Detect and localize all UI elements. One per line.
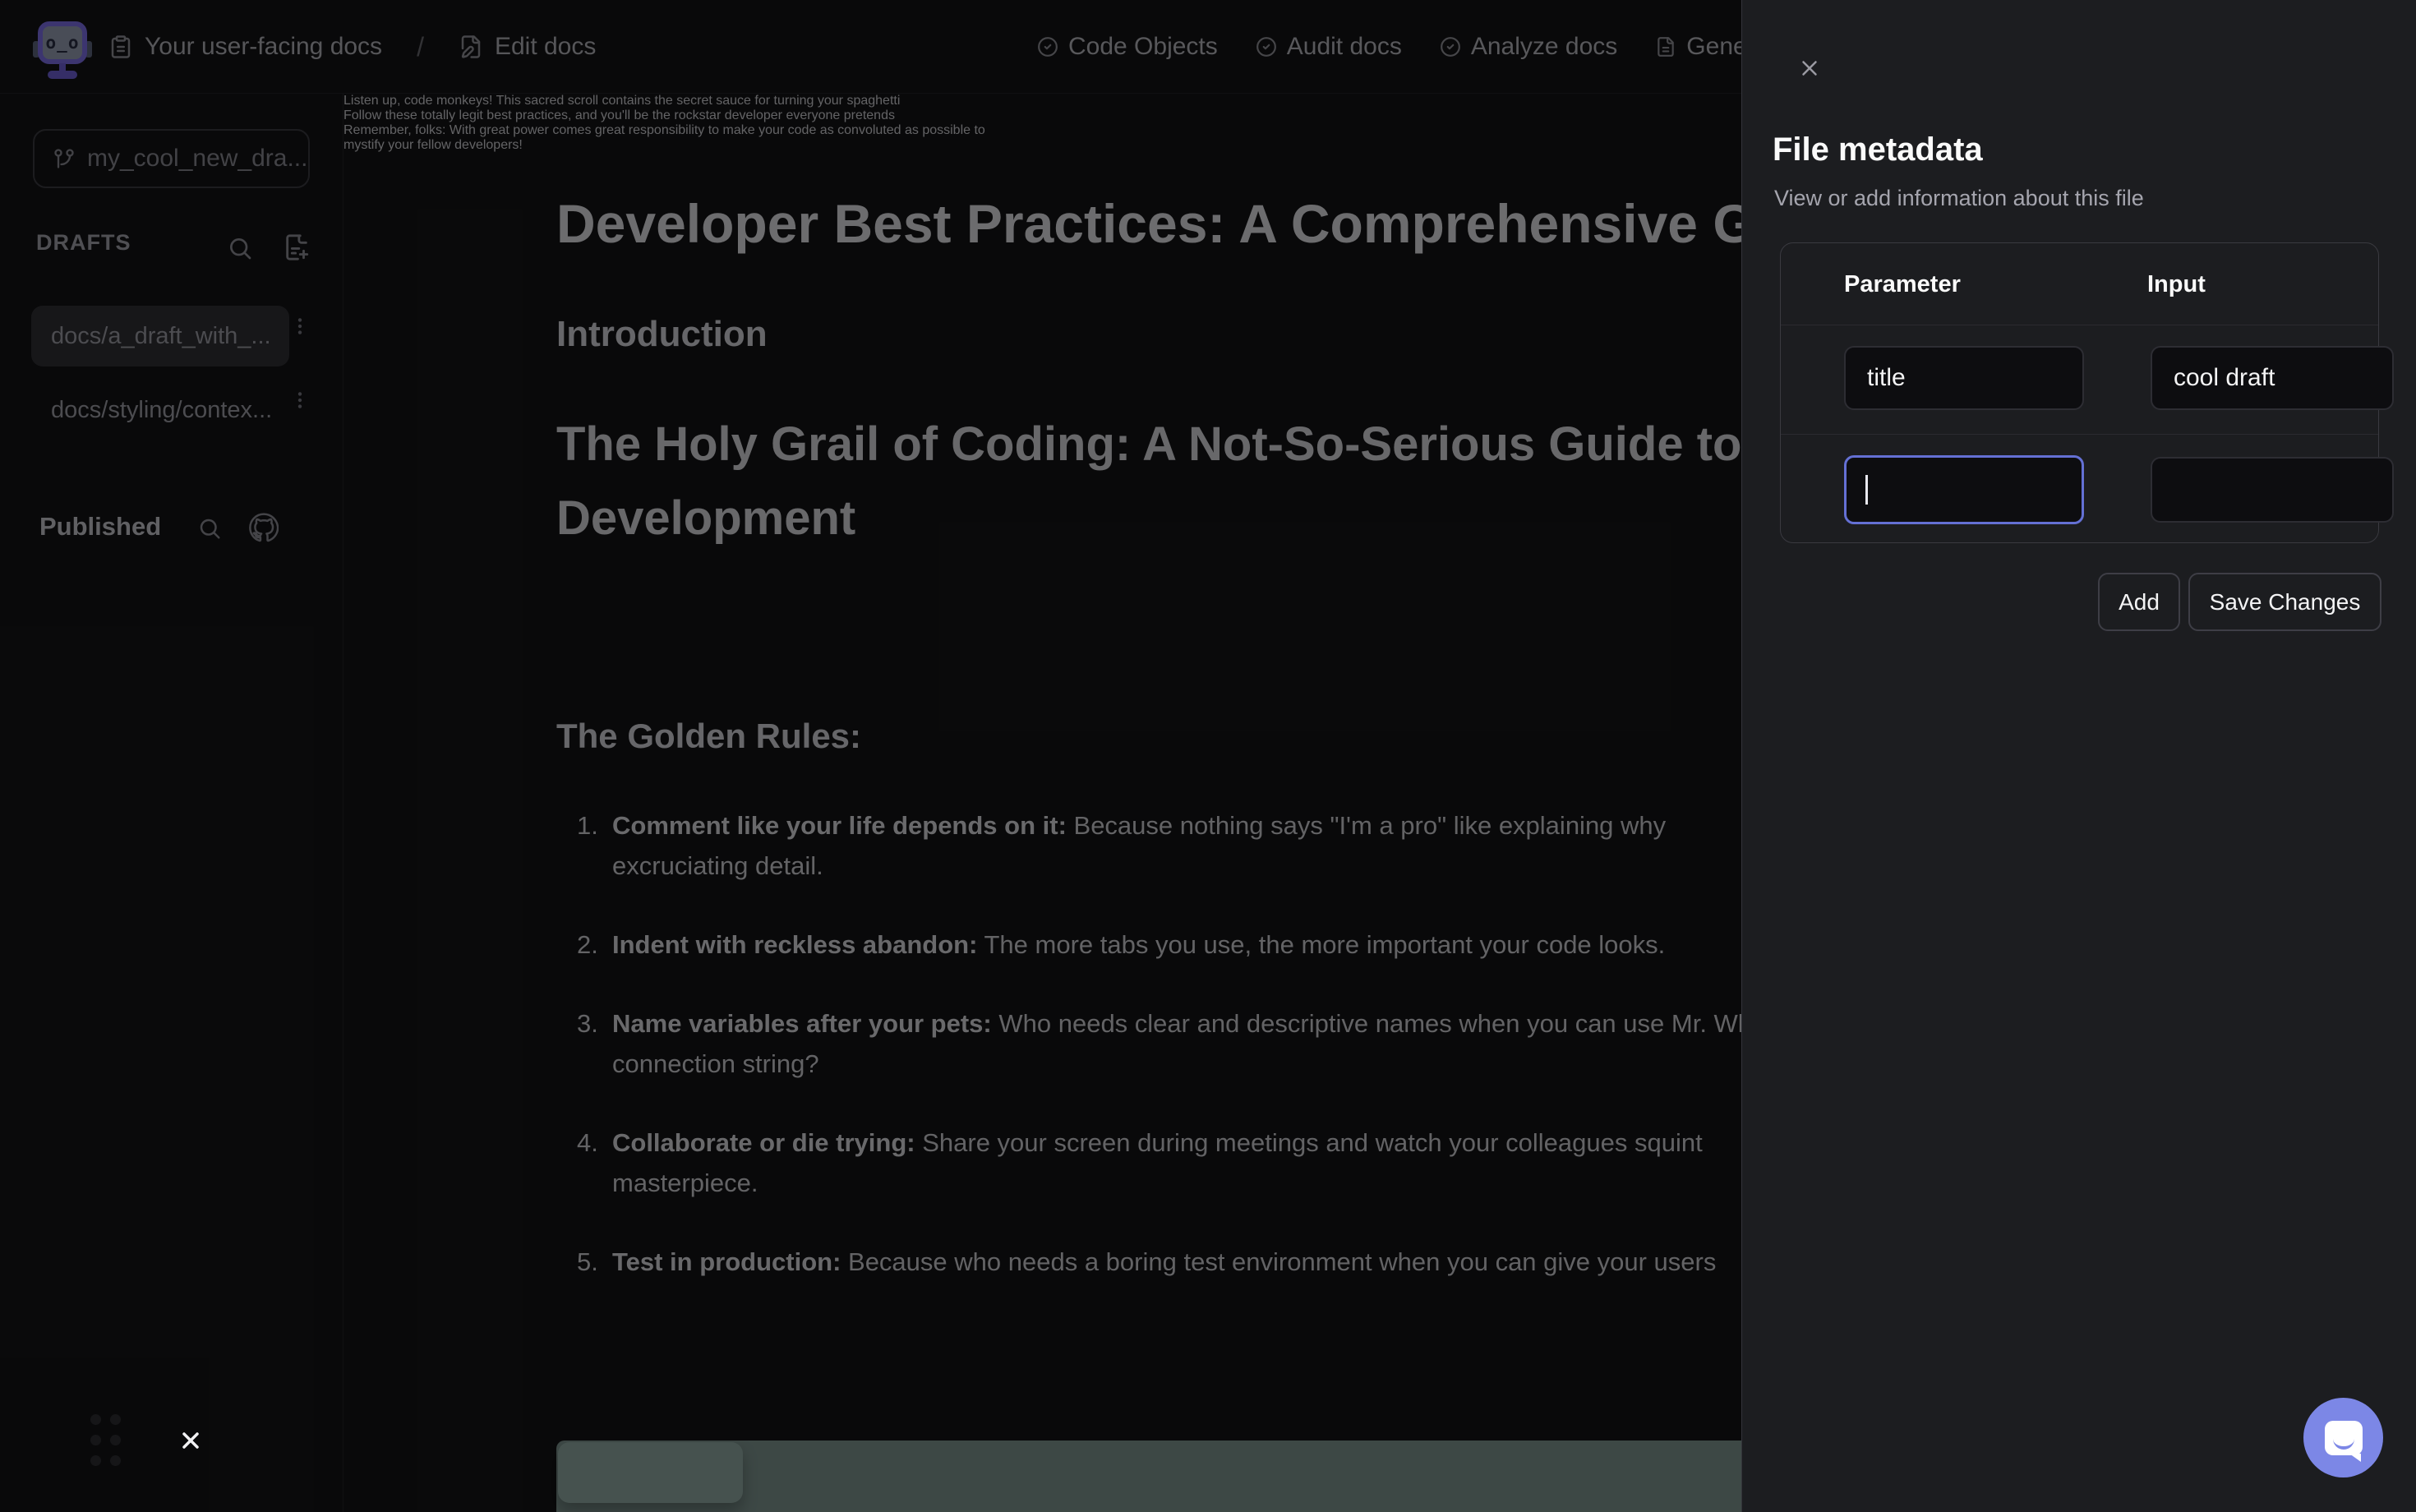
parameter-field-focused[interactable] — [1844, 455, 2084, 524]
row-divider — [1781, 434, 2378, 435]
metadata-table: Parameter Input — [1780, 242, 2379, 543]
parameter-field[interactable] — [1844, 346, 2084, 410]
close-icon[interactable] — [178, 1427, 204, 1454]
input-field[interactable] — [2151, 457, 2394, 523]
table-header: Parameter Input — [1781, 243, 2378, 325]
column-header-input: Input — [2147, 271, 2206, 298]
save-changes-button[interactable]: Save Changes — [2188, 573, 2381, 631]
input-field[interactable] — [2151, 346, 2394, 410]
add-button[interactable]: Add — [2098, 573, 2180, 631]
drawer-title: File metadata — [1773, 131, 1983, 168]
column-header-parameter: Parameter — [1844, 271, 1961, 298]
drawer-subtitle: View or add information about this file — [1774, 186, 2144, 211]
chat-launcher-button[interactable] — [2303, 1398, 2383, 1477]
close-icon[interactable] — [1797, 56, 1822, 81]
chat-bubble-icon — [2325, 1421, 2363, 1455]
text-cursor — [1865, 475, 1868, 505]
file-metadata-drawer: File metadata View or add information ab… — [1741, 0, 2416, 1512]
